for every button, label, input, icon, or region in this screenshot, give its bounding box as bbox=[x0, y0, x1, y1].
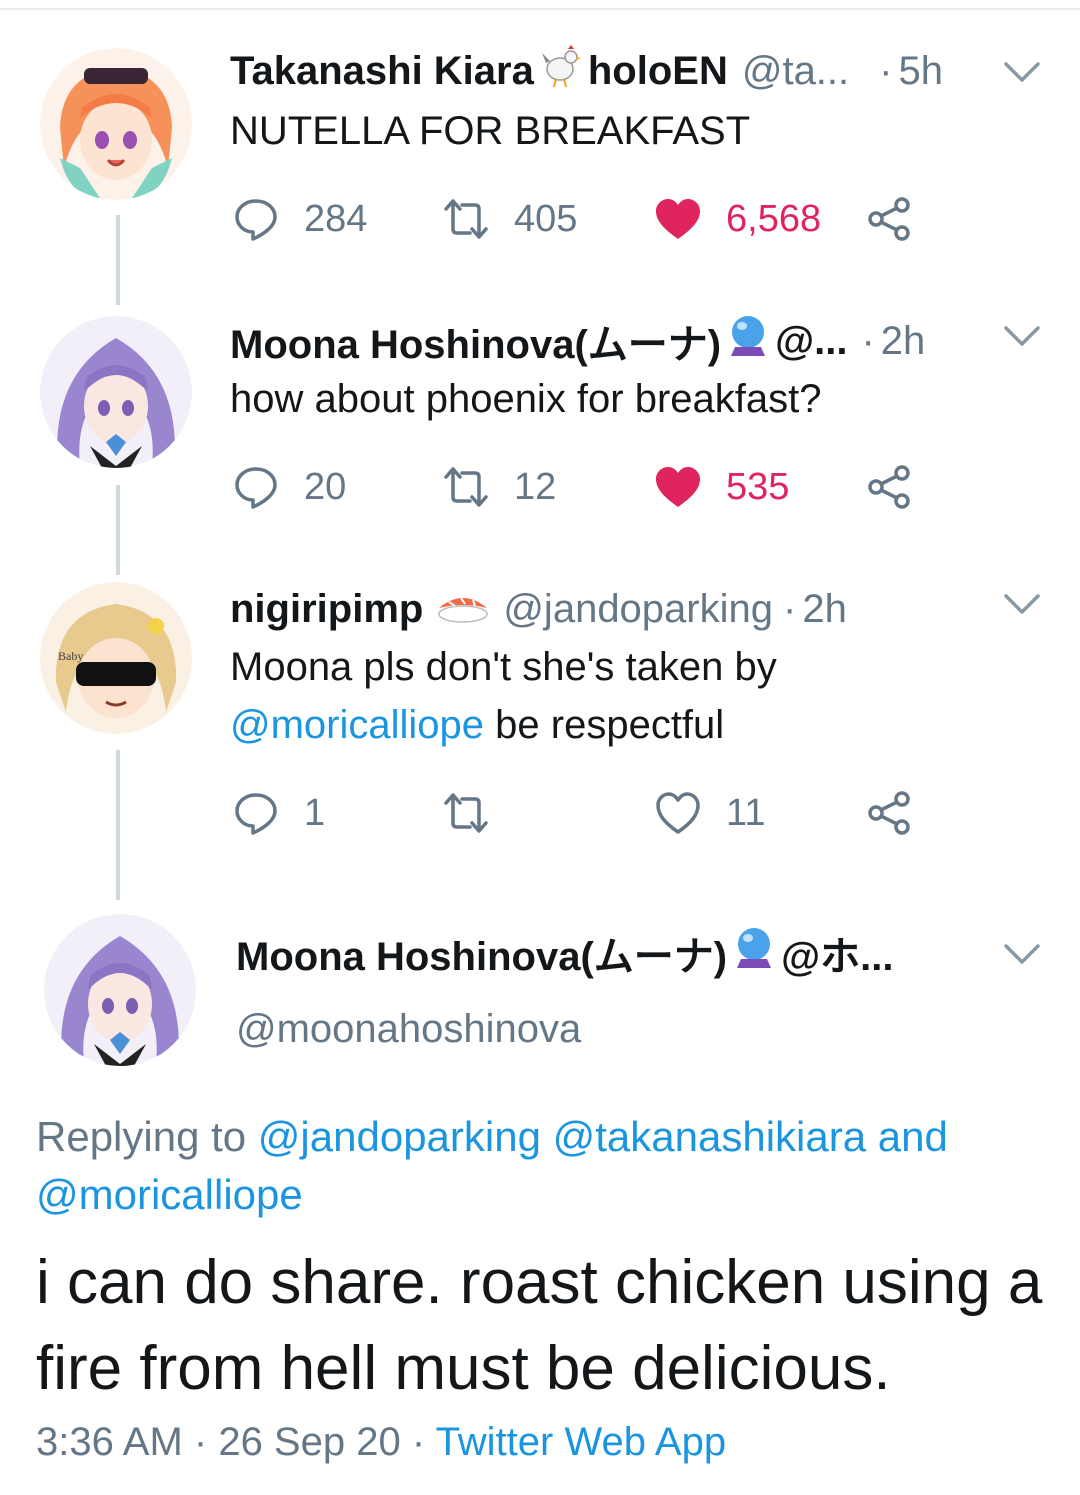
user-handle[interactable]: @... bbox=[775, 319, 847, 364]
main-tweet-text: i can do share. roast chicken using a fi… bbox=[36, 1248, 1043, 1403]
display-name-suffix[interactable]: holoEN bbox=[588, 49, 728, 94]
tweet-actions: 20 12 535 bbox=[232, 462, 932, 512]
share-icon bbox=[868, 791, 910, 835]
crystal-ball-emoji-icon bbox=[725, 313, 771, 369]
retweet-button[interactable]: 405 bbox=[442, 194, 577, 244]
avatar[interactable] bbox=[40, 316, 192, 468]
like-button[interactable]: 6,568 bbox=[654, 194, 821, 244]
reply-icon bbox=[235, 793, 277, 835]
mention-link[interactable]: @moricalliope bbox=[36, 1171, 303, 1218]
retweet-icon bbox=[444, 467, 488, 507]
reply-count: 1 bbox=[304, 791, 326, 834]
crystal-ball-emoji-icon bbox=[731, 925, 777, 981]
retweet-count: 12 bbox=[514, 465, 557, 508]
user-handle[interactable]: @jandoparking bbox=[503, 587, 773, 632]
tweet-header: Moona Hoshinova(ムーナ) @ホ... bbox=[236, 925, 893, 981]
display-name[interactable]: Moona Hoshinova(ムーナ) bbox=[236, 924, 727, 982]
tweet-text: NUTELLA FOR BREAKFAST bbox=[230, 109, 751, 153]
mention-link[interactable]: @moricalliope bbox=[230, 703, 484, 747]
mention-link[interactable]: @takanashikiara bbox=[553, 1113, 866, 1160]
separator-dot: · bbox=[783, 586, 797, 631]
tweet-kiara[interactable]: Takanashi Kiara holoEN @ta... · 5h NUTEL… bbox=[0, 0, 1080, 280]
avatar[interactable]: Baby bbox=[40, 582, 192, 734]
sushi-emoji-icon bbox=[435, 584, 491, 634]
display-name[interactable]: nigiripimp bbox=[230, 587, 423, 632]
tweet-actions: 284 405 6,568 bbox=[232, 194, 932, 244]
separator-dot: · bbox=[879, 48, 893, 93]
tweet-time[interactable]: 3:36 AM bbox=[36, 1420, 183, 1464]
user-handle-truncated[interactable]: @ホ... bbox=[781, 924, 893, 982]
tweet-header: nigiripimp @jandoparking · 2h bbox=[230, 584, 847, 634]
avatar-text-decoration: Baby bbox=[58, 649, 83, 663]
separator-dot: · bbox=[861, 318, 875, 363]
tweet-moona[interactable]: Moona Hoshinova(ムーナ) @... · 2h how about… bbox=[0, 290, 1080, 550]
handle-line: @moonahoshinova bbox=[236, 1004, 581, 1054]
timestamp[interactable]: 2h bbox=[881, 319, 926, 364]
reply-button[interactable]: 284 bbox=[232, 194, 367, 244]
chevron-down-icon[interactable] bbox=[1002, 590, 1042, 620]
tweet-meta: 3:36 AM · 26 Sep 20 · Twitter Web App bbox=[36, 1420, 726, 1465]
separator-dot: · bbox=[411, 1420, 436, 1464]
reply-count: 20 bbox=[304, 465, 347, 508]
share-icon bbox=[868, 197, 910, 241]
tweet-header: Takanashi Kiara holoEN @ta... · 5h bbox=[230, 43, 943, 99]
avatar[interactable] bbox=[40, 48, 192, 200]
reply-icon bbox=[235, 199, 277, 241]
retweet-button[interactable] bbox=[442, 788, 514, 838]
tweet-text-line: Moona pls don't she's taken by bbox=[230, 645, 777, 689]
separator-dot: · bbox=[193, 1420, 219, 1464]
share-button[interactable] bbox=[864, 462, 914, 517]
chevron-down-icon[interactable] bbox=[1002, 322, 1042, 352]
reply-icon bbox=[235, 467, 277, 509]
user-handle[interactable]: @ta... bbox=[742, 49, 849, 94]
retweet-icon bbox=[444, 793, 488, 833]
display-name[interactable]: Moona Hoshinova(ムーナ) bbox=[230, 312, 721, 370]
like-count: 11 bbox=[726, 791, 766, 834]
mention-link[interactable]: @jandoparking bbox=[258, 1113, 541, 1160]
replying-to: Replying to @jandoparking @takanashikiar… bbox=[36, 1108, 1046, 1224]
retweet-count: 405 bbox=[514, 197, 578, 240]
share-button[interactable] bbox=[864, 194, 914, 249]
replying-and[interactable]: and bbox=[878, 1113, 948, 1160]
tweet-text: Moona pls don't she's taken by @moricall… bbox=[230, 638, 1030, 754]
tweet-header: Moona Hoshinova(ムーナ) @... · 2h bbox=[230, 313, 926, 369]
tweet-nigiripimp[interactable]: Baby nigiripimp @jandoparking · 2h Moona… bbox=[0, 560, 1080, 880]
heart-icon bbox=[656, 199, 700, 239]
display-name[interactable]: Takanashi Kiara bbox=[230, 49, 534, 94]
tweet-source[interactable]: Twitter Web App bbox=[436, 1420, 727, 1464]
heart-outline-icon bbox=[656, 792, 700, 834]
like-count: 535 bbox=[726, 465, 790, 508]
reply-button[interactable]: 20 bbox=[232, 462, 346, 512]
tweet-text-tail: be respectful bbox=[495, 703, 725, 747]
tweet-actions: 1 11 bbox=[232, 788, 932, 838]
like-count: 6,568 bbox=[726, 197, 822, 240]
retweet-button[interactable]: 12 bbox=[442, 462, 556, 512]
timestamp[interactable]: 5h bbox=[898, 49, 943, 94]
like-button[interactable]: 11 bbox=[654, 788, 765, 838]
timestamp[interactable]: 2h bbox=[802, 587, 847, 632]
tweet-date[interactable]: 26 Sep 20 bbox=[218, 1420, 400, 1464]
reply-button[interactable]: 1 bbox=[232, 788, 325, 838]
share-icon bbox=[868, 465, 910, 509]
reply-count: 284 bbox=[304, 197, 368, 240]
replying-label: Replying to bbox=[36, 1113, 247, 1160]
user-handle[interactable]: @moonahoshinova bbox=[236, 1007, 581, 1052]
like-button[interactable]: 535 bbox=[654, 462, 789, 512]
chevron-down-icon[interactable] bbox=[1002, 940, 1042, 970]
heart-icon bbox=[656, 467, 700, 507]
rooster-emoji-icon bbox=[538, 43, 584, 99]
retweet-icon bbox=[444, 199, 488, 239]
share-button[interactable] bbox=[864, 788, 914, 843]
avatar[interactable] bbox=[44, 914, 196, 1066]
tweet-text: how about phoenix for breakfast? bbox=[230, 377, 822, 421]
chevron-down-icon[interactable] bbox=[1002, 58, 1042, 88]
